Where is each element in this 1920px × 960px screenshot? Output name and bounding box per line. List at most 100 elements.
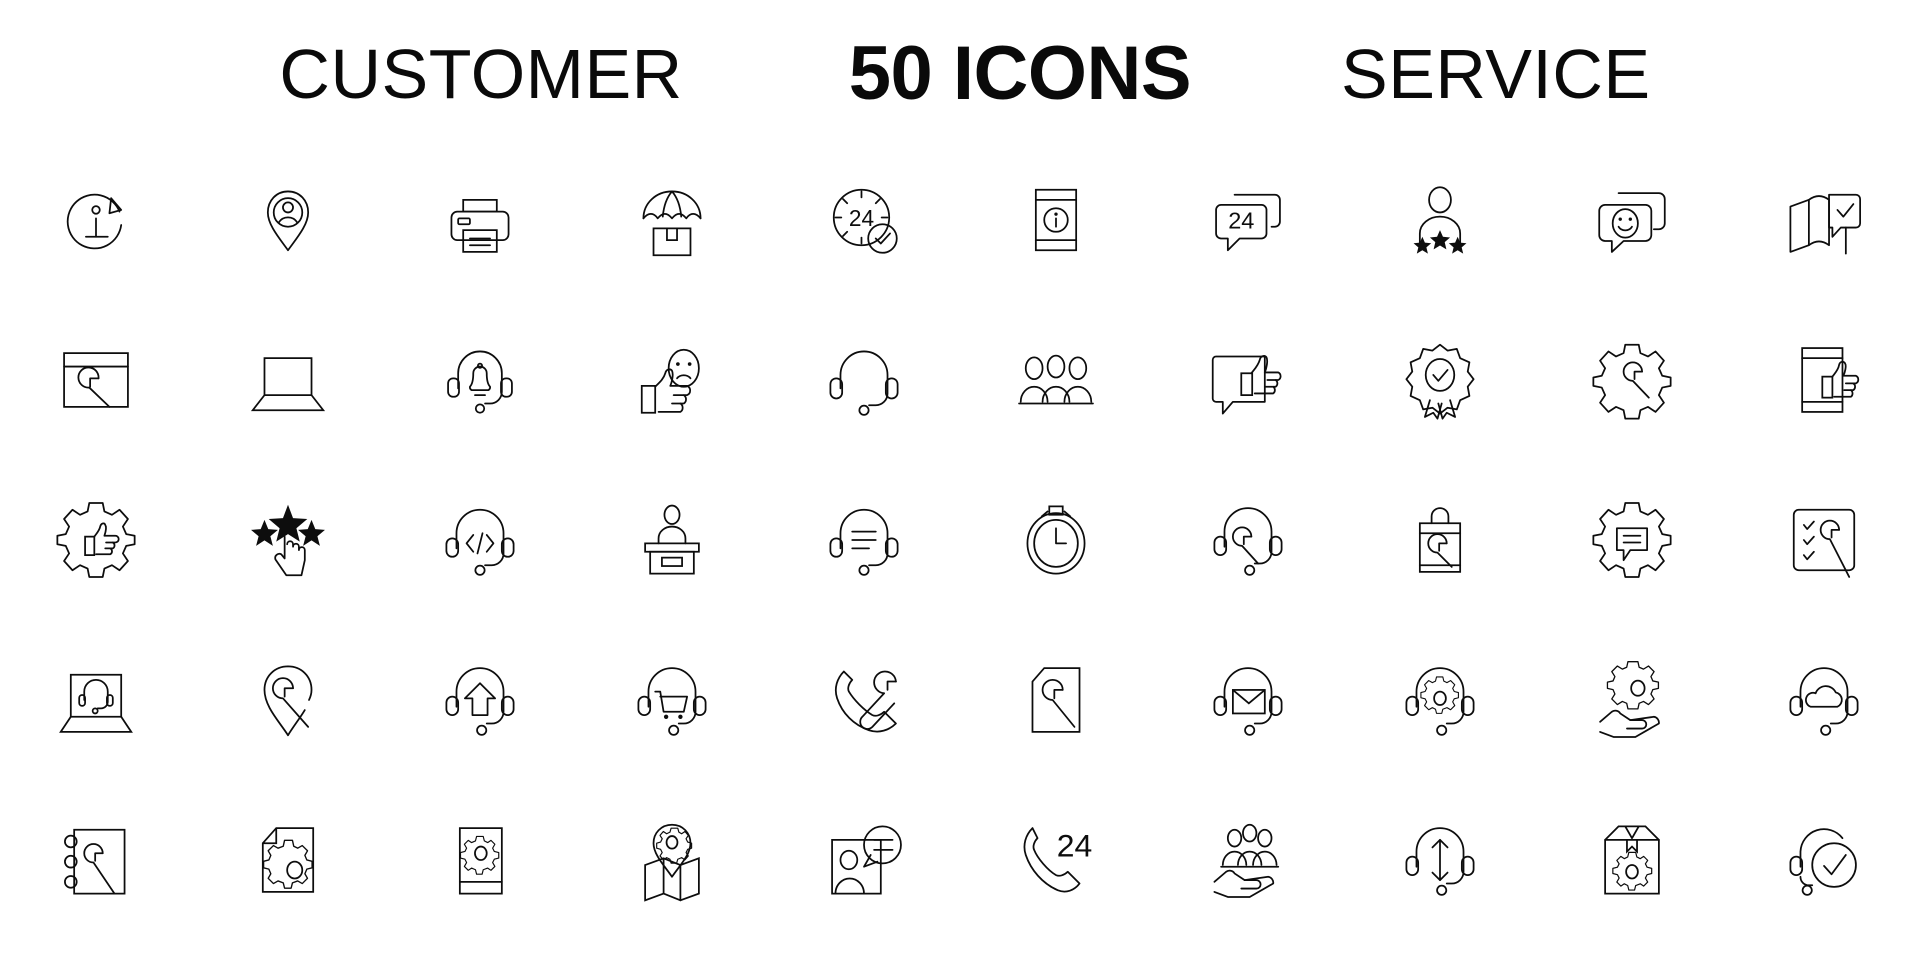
chat-24-icon: 24 — [1215, 193, 1281, 252]
icon-cell-48[interactable] — [1344, 780, 1536, 940]
printer-icon — [450, 198, 510, 253]
icon-cell-20[interactable] — [1728, 300, 1920, 460]
icon-grid: 24 24 24 — [0, 140, 1920, 950]
icon-cell-25[interactable] — [768, 460, 960, 620]
icon-cell-29[interactable] — [1536, 460, 1728, 620]
laptop-headset-icon — [59, 673, 133, 733]
chat-thumbs-up-icon — [1211, 355, 1282, 415]
title-word-customer: CUSTOMER — [279, 35, 683, 113]
map-gear-pin-icon — [644, 823, 700, 902]
icon-cell-12[interactable] — [192, 300, 384, 460]
icon-cell-19[interactable] — [1536, 300, 1728, 460]
icon-cell-41[interactable] — [0, 780, 192, 940]
laptop-icon — [250, 357, 326, 412]
headset-cart-icon — [637, 667, 707, 736]
icon-cell-8[interactable] — [1344, 140, 1536, 300]
package-umbrella-icon — [642, 190, 702, 257]
headset-transfer-icon — [1405, 827, 1475, 896]
group-people-icon — [1018, 354, 1094, 405]
icon-cell-34[interactable] — [576, 620, 768, 780]
contact-card-chat-icon — [831, 825, 902, 895]
title-word-50-icons: 50 ICONS — [848, 31, 1192, 116]
page-title: CUSTOMER 50 ICONS SERVICE — [0, 28, 1920, 120]
icon-cell-43[interactable] — [384, 780, 576, 940]
icon-cell-50[interactable] — [1728, 780, 1920, 940]
svg-text:24: 24 — [1057, 828, 1093, 864]
svg-text:24: 24 — [1228, 207, 1254, 233]
icon-cell-27[interactable] — [1152, 460, 1344, 620]
icon-cell-7[interactable]: 24 — [1152, 140, 1344, 300]
icon-cell-47[interactable] — [1152, 780, 1344, 940]
icon-cell-13[interactable] — [384, 300, 576, 460]
mobile-info-icon — [1034, 188, 1078, 252]
document-wrench-icon — [1031, 667, 1081, 733]
icon-cell-4[interactable] — [576, 140, 768, 300]
icon-cell-42[interactable] — [192, 780, 384, 940]
browser-wrench-icon — [63, 352, 129, 408]
icon-cell-36[interactable] — [960, 620, 1152, 780]
phone-24-icon: 24 — [1023, 827, 1093, 893]
notebook-wrench-icon — [64, 828, 126, 895]
icon-cell-40[interactable] — [1728, 620, 1920, 780]
icon-cell-35[interactable] — [768, 620, 960, 780]
icon-cell-46[interactable]: 24 — [960, 780, 1152, 940]
location-user-pin-icon — [266, 190, 310, 252]
icon-cell-49[interactable] — [1536, 780, 1728, 940]
chat-smiley-icon — [1598, 192, 1666, 253]
location-wrench-icon — [263, 665, 313, 737]
headset-wrench-icon — [1213, 507, 1283, 576]
clock-24-check-icon: 24 — [832, 188, 898, 254]
icon-cell-45[interactable] — [768, 780, 960, 940]
icon-cell-2[interactable] — [192, 140, 384, 300]
manual-book-gear-icon — [458, 827, 503, 895]
icon-cell-17[interactable] — [1152, 300, 1344, 460]
icon-cell-24[interactable] — [576, 460, 768, 620]
headset-bell-icon — [447, 350, 513, 414]
headset-mail-icon — [1213, 667, 1283, 736]
icon-cell-32[interactable] — [192, 620, 384, 780]
phone-wrench-icon — [834, 670, 897, 733]
hand-gear-icon — [1599, 661, 1660, 738]
headset-check-icon — [1789, 828, 1857, 896]
icon-cell-9[interactable] — [1536, 140, 1728, 300]
icon-cell-31[interactable] — [0, 620, 192, 780]
icon-sheet: CUSTOMER 50 ICONS SERVICE 24 24 24 — [0, 0, 1920, 960]
icon-cell-38[interactable] — [1344, 620, 1536, 780]
open-book-check-icon — [1789, 193, 1862, 255]
headset-upgrade-icon — [445, 667, 515, 736]
gear-wrench-icon — [1592, 343, 1672, 420]
file-gear-icon — [261, 827, 315, 893]
icon-cell-21[interactable] — [0, 460, 192, 620]
icon-cell-30[interactable] — [1728, 460, 1920, 620]
svg-text:24: 24 — [849, 205, 874, 231]
icon-cell-15[interactable] — [768, 300, 960, 460]
icon-cell-39[interactable] — [1536, 620, 1728, 780]
icon-cell-14[interactable] — [576, 300, 768, 460]
icon-cell-1[interactable] — [0, 140, 192, 300]
icon-cell-3[interactable] — [384, 140, 576, 300]
icon-cell-23[interactable] — [384, 460, 576, 620]
icon-cell-11[interactable] — [0, 300, 192, 460]
headset-icon — [829, 350, 899, 416]
icon-cell-26[interactable] — [960, 460, 1152, 620]
icon-cell-18[interactable] — [1344, 300, 1536, 460]
thumbs-up-sad-face-icon — [640, 348, 700, 414]
headset-code-icon — [445, 508, 515, 576]
icon-cell-16[interactable] — [960, 300, 1152, 460]
award-badge-check-icon — [1405, 343, 1475, 420]
gear-thumbs-up-icon — [56, 502, 136, 578]
headset-chat-icon — [829, 508, 899, 576]
icon-cell-33[interactable] — [384, 620, 576, 780]
icon-cell-6[interactable] — [960, 140, 1152, 300]
stopwatch-icon — [1026, 505, 1086, 575]
icon-cell-37[interactable] — [1152, 620, 1344, 780]
icon-cell-22[interactable] — [192, 460, 384, 620]
icon-cell-28[interactable] — [1344, 460, 1536, 620]
icon-cell-44[interactable] — [576, 780, 768, 940]
user-stars-rating-icon — [1413, 186, 1467, 254]
icon-cell-5[interactable]: 24 — [768, 140, 960, 300]
reception-desk-icon — [644, 504, 700, 575]
title-word-service: SERVICE — [1341, 35, 1651, 113]
icon-cell-10[interactable] — [1728, 140, 1920, 300]
shopping-bag-wrench-icon — [1418, 507, 1462, 573]
